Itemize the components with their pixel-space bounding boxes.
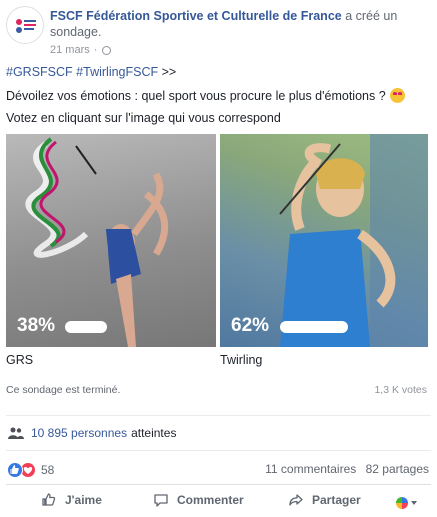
post-meta: 21 mars ·	[50, 44, 112, 56]
reach-suffix: atteintes	[131, 426, 177, 440]
chevron-down-icon	[411, 501, 417, 505]
share-button[interactable]: Partager	[288, 492, 361, 508]
meta-separator: ·	[93, 44, 98, 56]
poll-percent-grs: 38%	[17, 315, 56, 336]
poll-votes[interactable]: 1,3 K votes	[374, 384, 427, 396]
poll-result-bar-grs	[65, 321, 107, 333]
share-icon	[289, 494, 303, 506]
shares-count-link[interactable]: 82 partages	[366, 462, 429, 476]
comment-button-label: Commenter	[177, 493, 244, 507]
poll-label-grs[interactable]: GRS	[6, 353, 33, 367]
page-logo[interactable]	[6, 6, 44, 44]
poll-percent-twirling: 62%	[231, 315, 270, 336]
hashtag-suffix: >>	[161, 65, 177, 79]
audience-selector-icon[interactable]	[396, 497, 417, 509]
post-header: FSCF Fédération Sportive et Culturelle d…	[6, 6, 431, 56]
reach-line: 10 895 personnes atteintes	[8, 426, 176, 440]
poll-option-twirling[interactable]: 62%	[220, 134, 428, 347]
logo-icon	[16, 19, 36, 33]
page-name-link[interactable]: FSCF Fédération Sportive et Culturelle d…	[50, 9, 342, 23]
divider	[6, 484, 431, 485]
post-author-line: FSCF Fédération Sportive et Culturelle d…	[50, 8, 430, 40]
like-reaction-icon	[7, 462, 23, 478]
reactions-count: 58	[41, 463, 55, 477]
globe-icon[interactable]	[102, 45, 112, 55]
poll-label-twirling[interactable]: Twirling	[220, 353, 262, 367]
like-button[interactable]: J'aime	[41, 492, 102, 508]
post-question: Dévoilez vos émotions : quel sport vous …	[6, 88, 386, 103]
hashtag-twirlingfscf[interactable]: #TwirlingFSCF	[76, 65, 158, 79]
post-date[interactable]: 21 mars	[50, 44, 90, 56]
divider	[6, 450, 431, 451]
poll-option-grs[interactable]: 38%	[6, 134, 216, 347]
thumbs-up-icon	[42, 493, 56, 506]
comments-count-link[interactable]: 11 commentaires	[265, 462, 356, 476]
hashtag-grsfscf[interactable]: #GRSFSCF	[6, 65, 73, 79]
post-question-line: Dévoilez vos émotions : quel sport vous …	[6, 88, 405, 103]
heart-eyes-emoji-icon	[389, 88, 405, 103]
divider	[6, 415, 431, 416]
post-actions-bar: J'aime Commenter Partager	[0, 490, 437, 514]
like-button-label: J'aime	[65, 493, 102, 507]
poll-result-bar-twirling	[280, 321, 348, 333]
poll-status: Ce sondage est terminé.	[6, 384, 121, 396]
comment-button[interactable]: Commenter	[153, 492, 244, 508]
audience-avatar	[396, 497, 408, 509]
reach-count[interactable]: 10 895 personnes	[31, 426, 127, 440]
hashtag-line: #GRSFSCF #TwirlingFSCF >>	[6, 65, 176, 79]
comment-icon	[154, 494, 168, 507]
reactions-summary[interactable]: 58	[7, 462, 54, 478]
people-icon	[8, 427, 24, 439]
share-button-label: Partager	[312, 493, 361, 507]
post-instruction: Votez en cliquant sur l'image qui vous c…	[6, 111, 281, 125]
engagement-stats: 11 commentaires 82 partages	[259, 462, 429, 476]
